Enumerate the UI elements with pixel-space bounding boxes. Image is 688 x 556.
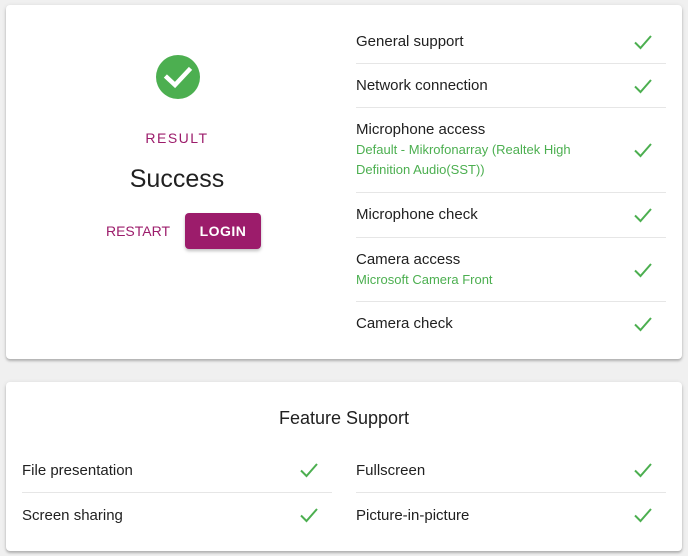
result-pane: RESULT Success RESTART LOGIN	[6, 5, 348, 359]
check-icon	[634, 143, 652, 158]
feature-name: File presentation	[22, 461, 133, 479]
feature-support-card: Feature Support File presentation Screen…	[6, 382, 682, 551]
check-icon	[634, 317, 652, 332]
feature-row-screen-sharing: Screen sharing	[22, 493, 332, 537]
check-icon	[634, 262, 652, 277]
check-icon	[634, 208, 652, 223]
check-row-microphone-check: Microphone check	[356, 193, 666, 238]
check-name: General support	[356, 32, 464, 50]
login-button[interactable]: LOGIN	[185, 213, 261, 249]
check-circle-icon	[156, 55, 200, 99]
result-label: RESULT	[145, 130, 209, 146]
check-detail: Microsoft Camera Front	[356, 271, 493, 287]
check-icon	[300, 463, 318, 478]
feature-column-right: Fullscreen Picture-in-picture	[356, 448, 666, 537]
check-list: General support Network connection Micro…	[356, 20, 666, 346]
check-row-network-connection: Network connection	[356, 64, 666, 108]
feature-name: Screen sharing	[22, 506, 123, 524]
feature-name: Fullscreen	[356, 461, 426, 479]
check-row-microphone-access: Microphone access Default - Mikrofonarra…	[356, 108, 666, 193]
result-status: Success	[129, 165, 225, 193]
check-row-general-support: General support	[356, 20, 666, 64]
check-detail: Default - Mikrofonarray (Realtek High De…	[356, 142, 571, 177]
check-name: Network connection	[356, 76, 488, 94]
feature-row-file-presentation: File presentation	[22, 448, 332, 493]
check-icon	[634, 508, 652, 523]
feature-name: Picture-in-picture	[356, 506, 470, 524]
check-name: Camera access	[356, 250, 461, 268]
feature-column-left: File presentation Screen sharing	[22, 448, 332, 537]
check-row-camera-check: Camera check	[356, 302, 666, 346]
check-row-camera-access: Camera access Microsoft Camera Front	[356, 238, 666, 302]
result-card: RESULT Success RESTART LOGIN General sup…	[6, 5, 682, 359]
check-name: Camera check	[356, 315, 453, 332]
check-icon	[634, 78, 652, 93]
feature-support-title: Feature Support	[278, 408, 410, 428]
check-icon	[634, 34, 652, 49]
check-name: Microphone access	[356, 121, 486, 138]
restart-button[interactable]: RESTART	[102, 213, 174, 249]
check-icon	[300, 508, 318, 523]
feature-row-fullscreen: Fullscreen	[356, 448, 666, 493]
check-icon	[634, 463, 652, 478]
feature-row-picture-in-picture: Picture-in-picture	[356, 493, 666, 537]
check-name: Microphone check	[356, 206, 478, 223]
